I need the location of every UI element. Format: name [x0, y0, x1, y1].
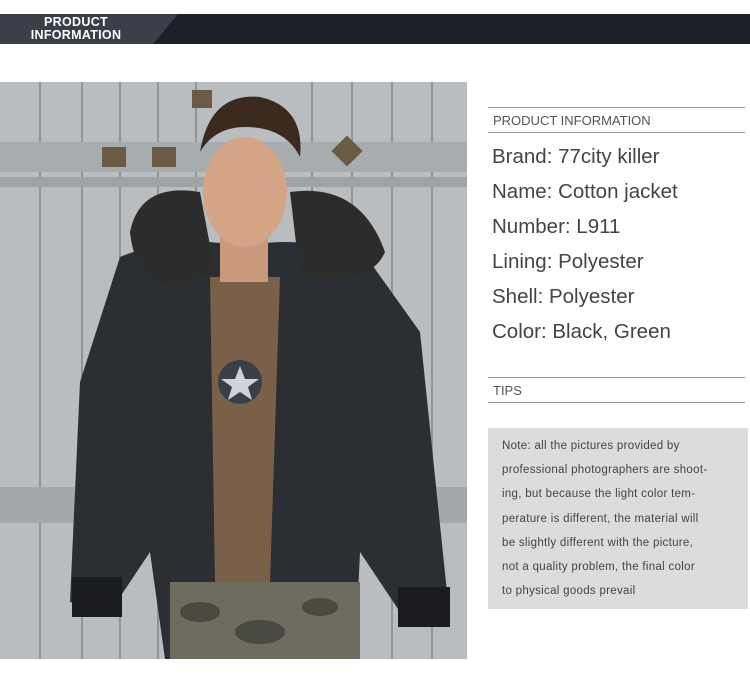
note-line: perature is different, the material will — [502, 512, 699, 525]
info-number: Number: L911 — [492, 215, 621, 238]
tips-note-box: Note: all the pictures provided by profe… — [488, 428, 748, 609]
note-line: to physical goods prevail — [502, 585, 636, 598]
note-line: ing, but because the light color tem- — [502, 488, 696, 501]
tips-note-text: Note: all the pictures provided by profe… — [502, 434, 740, 603]
info-color: Color: Black, Green — [492, 320, 671, 343]
note-line: be slightly different with the picture, — [502, 536, 694, 549]
info-lining: Lining: Polyester — [492, 250, 644, 273]
note-line: Note: all the pictures provided by — [502, 440, 680, 452]
tips-divider-top — [488, 377, 745, 378]
tips-divider-bottom — [488, 402, 745, 403]
divider-bottom — [488, 132, 745, 133]
info-name: Name: Cotton jacket — [492, 180, 678, 203]
product-info-heading: PRODUCT INFORMATION — [493, 113, 651, 128]
info-brand: Brand: 77city killer — [492, 145, 660, 168]
header-title-line-2: INFORMATION — [30, 28, 122, 42]
product-photo — [0, 82, 467, 659]
note-line: professional photographers are shoot- — [502, 464, 708, 477]
divider-top — [488, 107, 745, 108]
tips-heading: TIPS — [493, 383, 522, 398]
info-shell: Shell: Polyester — [492, 285, 635, 308]
header-title: PRODUCT INFORMATION — [10, 16, 142, 42]
note-line: not a quality problem, the final color — [502, 561, 695, 574]
